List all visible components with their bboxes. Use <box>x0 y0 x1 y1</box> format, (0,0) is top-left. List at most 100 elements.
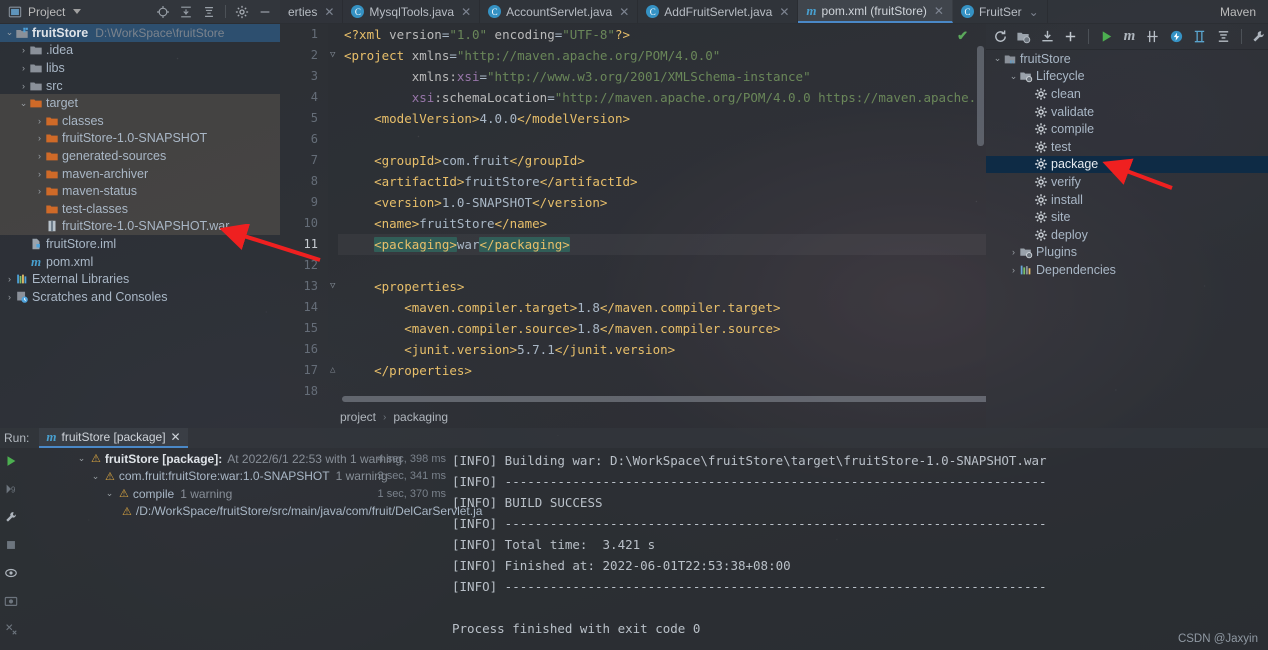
chevron-right-icon[interactable]: › <box>18 45 29 55</box>
tree-item-external-libraries[interactable]: › External Libraries <box>0 270 280 288</box>
maven-goal-clean[interactable]: clean <box>986 85 1268 103</box>
clear-all-icon[interactable] <box>4 622 18 641</box>
chevron-right-icon[interactable]: › <box>34 116 45 126</box>
build-tree-row[interactable]: ⌄ ⚠ com.fruit:fruitStore:war:1.0-SNAPSHO… <box>22 468 450 486</box>
tree-item-scratches-and-consoles[interactable]: › Scratches and Consoles <box>0 288 280 306</box>
chevron-down-icon[interactable] <box>73 9 82 14</box>
maven-goal-compile[interactable]: compile <box>986 120 1268 138</box>
editor-tab-properties[interactable]: erties ✕ <box>280 0 344 23</box>
build-console-output[interactable]: [INFO] Building war: D:\WorkSpace\fruitS… <box>452 450 1268 650</box>
hide-panel-icon[interactable] <box>258 5 272 19</box>
build-result-tree[interactable]: ⌄ ⚠ fruitStore [package]: At 2022/6/1 22… <box>22 450 483 521</box>
toggle-soft-wrap-icon[interactable] <box>4 566 18 585</box>
tree-item-libs[interactable]: › libs <box>0 59 280 77</box>
tree-item-maven-archiver[interactable]: › maven-archiver <box>0 164 280 183</box>
tree-item-war-archive[interactable]: fruitStore-1.0-SNAPSHOT.war <box>0 217 280 236</box>
tree-item-generated-sources[interactable]: › generated-sources <box>0 147 280 165</box>
breadcrumb-item-packaging[interactable]: packaging <box>393 410 448 424</box>
run-maven-build-icon[interactable] <box>1097 27 1115 47</box>
tree-item-fruitstore-snapshot[interactable]: › fruitStore-1.0-SNAPSHOT <box>0 129 280 148</box>
maven-tree-item-lifecycle[interactable]: ⌄ Lifecycle <box>986 68 1268 86</box>
chevron-down-icon[interactable]: ⌄ <box>1008 71 1019 82</box>
close-icon[interactable]: ✕ <box>779 5 789 19</box>
reload-all-maven-projects-icon[interactable] <box>991 27 1009 47</box>
chevron-right-icon[interactable]: › <box>1008 247 1019 257</box>
chevron-right-icon[interactable]: › <box>1008 265 1019 275</box>
download-sources-icon[interactable] <box>1038 27 1056 47</box>
chevron-down-icon[interactable]: ⌄ <box>18 98 29 109</box>
toggle-skip-tests-icon[interactable] <box>1144 27 1162 47</box>
tree-item-target[interactable]: ⌄ target <box>0 94 280 112</box>
fold-end-marker-icon[interactable]: △ <box>330 360 335 381</box>
stop-icon[interactable] <box>4 538 18 557</box>
editor-horizontal-scrollbar[interactable] <box>342 396 986 402</box>
close-icon[interactable]: ✕ <box>324 5 334 19</box>
maven-settings-icon[interactable] <box>1250 27 1268 47</box>
maven-goal-site[interactable]: site <box>986 208 1268 226</box>
collapse-all-icon[interactable] <box>202 5 216 19</box>
close-icon[interactable]: ✕ <box>934 4 944 18</box>
maven-tree[interactable]: ⌄ m fruitStore ⌄ Lifecycle clean validat… <box>986 50 1268 279</box>
maven-tool-window[interactable]: m ⌄ m fruitStore ⌄ Lifecycle clean valid… <box>986 24 1268 428</box>
rerun-icon[interactable] <box>4 454 18 473</box>
run-tab-fruitstore-package[interactable]: m fruitStore [package] ✕ <box>39 428 188 448</box>
screenshot-icon[interactable] <box>4 594 18 613</box>
collapse-all-icon[interactable] <box>1214 27 1232 47</box>
project-tree-panel[interactable]: ⌄ fruitStore D:\WorkSpace\fruitStore › .… <box>0 24 280 428</box>
generate-sources-icon[interactable] <box>1014 27 1032 47</box>
editor-tab-pom-xml[interactable]: m pom.xml (fruitStore) ✕ <box>798 0 953 23</box>
run-tool-window[interactable]: 9 ⌄ ⚠ fruitStore [package]: At 2022/6/1 … <box>0 448 1268 650</box>
maven-tree-item-dependencies[interactable]: › Dependencies <box>986 261 1268 279</box>
chevron-down-icon[interactable]: ⌄ <box>4 27 15 38</box>
chevron-right-icon[interactable]: › <box>34 133 45 143</box>
chevron-right-icon[interactable]: › <box>34 169 45 179</box>
breadcrumb-item-project[interactable]: project <box>340 410 376 424</box>
toggle-offline-mode-icon[interactable] <box>1167 27 1185 47</box>
locate-icon[interactable] <box>156 5 170 19</box>
chevron-down-icon[interactable]: ⌄ <box>76 453 87 464</box>
build-tree-row[interactable]: ⌄ ⚠ compile 1 warning 1 sec, 370 ms <box>22 485 450 503</box>
expand-all-icon[interactable] <box>179 5 193 19</box>
tree-item-pom-xml[interactable]: m pom.xml <box>0 253 280 271</box>
editor-tab-addfruitservlet[interactable]: C AddFruitServlet.java ✕ <box>638 0 799 23</box>
chevron-right-icon[interactable]: › <box>34 186 45 196</box>
tree-item-test-classes[interactable]: test-classes <box>0 199 280 218</box>
tree-item-maven-status[interactable]: › maven-status <box>0 182 280 200</box>
chevron-right-icon[interactable]: › <box>18 63 29 73</box>
chevron-down-icon[interactable]: ⌄ <box>104 488 115 499</box>
editor-code-area[interactable]: 1 <?xml version="1.0" encoding="UTF-8"?> … <box>280 24 986 402</box>
show-dependencies-icon[interactable] <box>1191 27 1209 47</box>
tree-item-idea[interactable]: › .idea <box>0 42 280 60</box>
fold-marker-icon[interactable]: ▽ <box>330 45 335 66</box>
chevron-down-icon[interactable]: ⌄ <box>1029 5 1039 19</box>
execute-maven-goal-icon[interactable]: m <box>1120 27 1138 47</box>
maven-goal-deploy[interactable]: deploy <box>986 226 1268 244</box>
gear-icon[interactable] <box>235 5 249 19</box>
chevron-down-icon[interactable]: ⌄ <box>992 53 1003 64</box>
rerun-failed-icon[interactable]: 9 <box>4 482 18 501</box>
settings-wrench-icon[interactable] <box>4 510 18 529</box>
tree-item-fruitstore[interactable]: ⌄ fruitStore D:\WorkSpace\fruitStore <box>0 24 280 42</box>
fold-marker-icon[interactable]: ▽ <box>330 276 335 297</box>
maven-goal-install[interactable]: install <box>986 191 1268 209</box>
close-icon[interactable]: ✕ <box>461 5 471 19</box>
maven-tree-item-fruitstore[interactable]: ⌄ m fruitStore <box>986 50 1268 68</box>
editor-tab-mysqltools[interactable]: C MysqlTools.java ✕ <box>343 0 481 23</box>
close-icon[interactable]: ✕ <box>171 430 181 444</box>
add-maven-project-icon[interactable] <box>1061 27 1079 47</box>
close-icon[interactable]: ✕ <box>619 5 629 19</box>
build-tree-row[interactable]: ⌄ ⚠ fruitStore [package]: At 2022/6/1 22… <box>22 450 450 468</box>
chevron-right-icon[interactable]: › <box>18 81 29 91</box>
maven-goal-test[interactable]: test <box>986 138 1268 156</box>
maven-goal-verify[interactable]: verify <box>986 173 1268 191</box>
maven-goal-package[interactable]: package <box>986 155 1268 174</box>
chevron-right-icon[interactable]: › <box>4 292 15 302</box>
tree-item-iml[interactable]: fruitStore.iml <box>0 235 280 253</box>
tree-item-classes[interactable]: › classes <box>0 111 280 130</box>
chevron-down-icon[interactable]: ⌄ <box>90 471 101 482</box>
code-editor[interactable]: ✔ 1 <?xml version="1.0" encoding="UTF-8"?… <box>280 24 986 428</box>
chevron-right-icon[interactable]: › <box>34 151 45 161</box>
chevron-right-icon[interactable]: › <box>4 274 15 284</box>
build-tree-row[interactable]: ⚠ /D:/WorkSpace/fruitStore/src/main/java… <box>22 503 482 521</box>
maven-tree-item-plugins[interactable]: › Plugins <box>986 244 1268 262</box>
